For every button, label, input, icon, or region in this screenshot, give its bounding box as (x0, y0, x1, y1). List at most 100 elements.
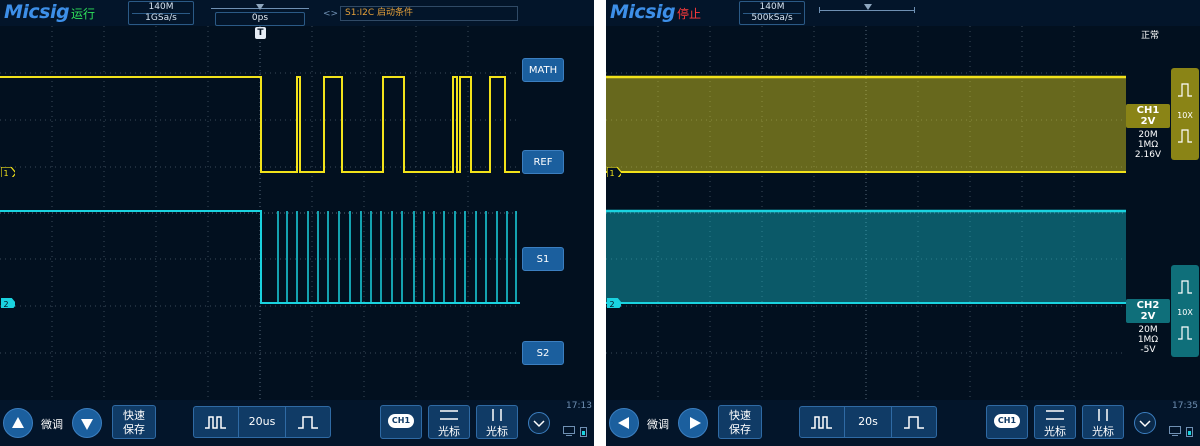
run-state[interactable]: 停止 (677, 5, 701, 22)
edge-icon (904, 416, 924, 429)
ch1-probe: 10X (1177, 111, 1193, 120)
ch2-marker-label: 2 (3, 300, 8, 308)
ch2-envelope (606, 211, 1126, 303)
cursor-horizontal-button[interactable]: 光标 (1034, 405, 1076, 439)
pulse-icon (811, 416, 832, 429)
scroll-up-button[interactable] (3, 408, 33, 438)
trigger-condition[interactable]: S1:I2C 启动条件 (340, 6, 518, 21)
trigger-marker[interactable]: T (255, 27, 266, 39)
ch-select-label: CH1 (388, 414, 414, 428)
ch1-marker-label: 1 (609, 169, 614, 177)
scope-right: Micsig 停止 140M 500kSa/s 正常 1 2 CH1 2V 20… (606, 0, 1200, 446)
quick-save-button[interactable]: 快速 保存 (112, 405, 156, 439)
ch1-name-badge: CH1 2V (1126, 104, 1170, 128)
ch1-ground-marker[interactable]: 1 (1, 167, 15, 177)
s1-button[interactable]: S1 (522, 247, 564, 271)
ch2-scale: 2V (1140, 311, 1156, 322)
display-icon (1169, 426, 1181, 436)
ch1-probe-panel[interactable]: 10X (1171, 68, 1199, 160)
waveform-area[interactable] (0, 26, 520, 400)
chevron-down-icon[interactable] (528, 412, 550, 434)
cursor-horizontal-button[interactable]: 光标 (428, 405, 470, 439)
trigger-position-icon (864, 4, 872, 10)
timebase-position[interactable]: 0ps (211, 2, 309, 26)
cursor-v-label: 光标 (486, 425, 508, 438)
timebase-value: 20s (858, 415, 878, 428)
timebase-value: 20us (248, 415, 276, 428)
cursor-h-label: 光标 (438, 425, 460, 438)
ch1-offset: 2.16V (1134, 150, 1162, 160)
ch-select-button[interactable]: CH1 (986, 405, 1028, 439)
ch2-probe-panel[interactable]: 10X (1171, 265, 1199, 357)
ch1-marker-label: 1 (3, 169, 8, 177)
ch2-offset: -5V (1140, 345, 1156, 355)
ch-select-button[interactable]: CH1 (380, 405, 422, 439)
s2-button[interactable]: S2 (522, 341, 564, 365)
ch1-impedance: 1MΩ (1137, 140, 1159, 150)
scroll-down-button[interactable] (72, 408, 102, 438)
quick-save-line1: 快速 (729, 409, 751, 422)
ch2-waveform (0, 210, 520, 304)
ch1-name: CH1 (1136, 105, 1160, 116)
brand-logo: Micsig (610, 1, 676, 23)
ch1-ground-marker[interactable]: 1 (607, 167, 621, 177)
math-button[interactable]: MATH (522, 58, 564, 82)
clock-right: 17:35 (1172, 401, 1198, 411)
status-text: 正常 (1141, 31, 1160, 41)
timebase-increase-button[interactable] (892, 407, 936, 437)
pulse-icon (205, 416, 226, 429)
battery-icon (1186, 427, 1193, 437)
ch2-ground-marker[interactable]: 2 (1, 298, 15, 308)
ch2-probe: 10X (1177, 308, 1193, 317)
ch1-waveform (0, 76, 520, 173)
cursor-v-label: 光标 (1092, 425, 1114, 438)
quick-save-button[interactable]: 快速 保存 (718, 405, 762, 439)
ch1-scale: 2V (1140, 116, 1156, 127)
sample-rate: 500kSa/s (751, 13, 793, 23)
fine-adjust-label: 微调 (41, 418, 63, 431)
timebase-group: 20us (193, 406, 331, 438)
scroll-left-button[interactable] (609, 408, 639, 438)
acquisition-box[interactable]: 140M 1GSa/s (128, 1, 194, 25)
memory-depth: 140M (148, 2, 174, 12)
edge-icon (298, 416, 318, 429)
battery-icon (580, 427, 587, 437)
ch2-name-badge: CH2 2V (1126, 299, 1170, 323)
scroll-right-button[interactable] (678, 408, 708, 438)
acquisition-box[interactable]: 140M 500kSa/s (739, 1, 805, 25)
quick-save-line2: 保存 (729, 423, 751, 436)
bottom-toolbar: 微调 快速 保存 20s CH1 光标 光标 (606, 400, 1200, 446)
run-state[interactable]: 运行 (71, 5, 95, 22)
cursor-v-icon (1098, 409, 1108, 421)
memory-position-bar[interactable] (819, 4, 915, 13)
quick-save-line1: 快速 (123, 409, 145, 422)
cursor-v-icon (492, 409, 502, 421)
ref-button[interactable]: REF (522, 150, 564, 174)
ch2-bandwidth: 20M (1138, 325, 1158, 335)
quick-save-line2: 保存 (123, 423, 145, 436)
cursor-vertical-button[interactable]: 光标 (476, 405, 518, 439)
ch2-impedance: 1MΩ (1137, 335, 1159, 345)
bottom-toolbar: 微调 快速 保存 20us CH1 光标 光标 (0, 400, 594, 446)
waveform-area[interactable] (606, 26, 1126, 400)
timebase-increase-button[interactable] (286, 407, 330, 437)
ch2-ground-marker[interactable]: 2 (607, 298, 621, 308)
ch1-info[interactable]: CH1 2V 20M 1MΩ 2.16V (1126, 104, 1170, 160)
expand-arrows-icon: <> (323, 9, 339, 19)
top-status-bar: Micsig 停止 140M 500kSa/s (606, 0, 1200, 26)
memory-depth: 140M (759, 2, 785, 12)
trigger-position-icon (256, 4, 264, 10)
trigger-position: 0ps (215, 12, 305, 26)
chevron-down-icon[interactable] (1134, 412, 1156, 434)
cursor-h-icon (1046, 410, 1064, 420)
sample-rate: 1GSa/s (145, 13, 177, 23)
cursor-h-label: 光标 (1044, 425, 1066, 438)
ch2-name: CH2 (1136, 300, 1160, 311)
timebase-decrease-button[interactable] (800, 407, 844, 437)
scope-left: Micsig 运行 140M 1GSa/s 0ps <> S1:I2C 启动条件 (0, 0, 594, 446)
ch2-info[interactable]: CH2 2V 20M 1MΩ -5V (1126, 299, 1170, 355)
cursor-vertical-button[interactable]: 光标 (1082, 405, 1124, 439)
timebase-decrease-button[interactable] (194, 407, 238, 437)
ch1-envelope (606, 77, 1126, 172)
fine-adjust-label: 微调 (647, 418, 669, 431)
